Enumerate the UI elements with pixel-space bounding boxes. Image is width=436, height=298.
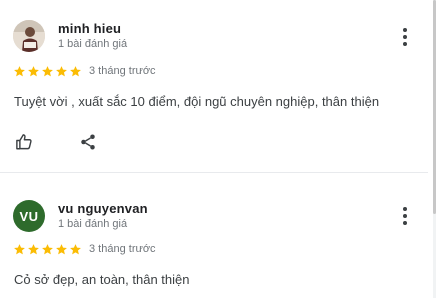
star-icon (70, 66, 81, 77)
reviewer-avatar[interactable]: VU (13, 200, 45, 232)
star-icon (14, 244, 25, 255)
review-text: Cỏ sở đẹp, an toàn, thân thiện (14, 272, 190, 287)
star-rating (13, 243, 82, 256)
more-vert-icon-dot (403, 35, 407, 39)
reviewer-review-count: 1 bài đánh giá (58, 38, 128, 50)
star-icon (28, 244, 39, 255)
more-options-button[interactable] (398, 27, 412, 47)
more-vert-icon-dot (403, 207, 407, 211)
like-button[interactable] (13, 131, 35, 153)
star-icon (14, 66, 25, 77)
star-icon (42, 244, 53, 255)
star-icon (56, 244, 67, 255)
review-card: minh hieu 1 bài đánh giá 3 tháng trước T… (0, 0, 428, 172)
star-icon (56, 66, 67, 77)
reviewer-name[interactable]: vu nguyenvan (58, 201, 148, 216)
review-time: 3 tháng trước (89, 65, 156, 77)
star-icon (70, 244, 81, 255)
avatar-photo-icon (13, 20, 45, 52)
share-icon (81, 134, 95, 150)
star-rating (13, 65, 82, 78)
more-vert-icon-dot (403, 221, 407, 225)
reviewer-review-count: 1 bài đánh giá (58, 218, 128, 230)
more-vert-icon-dot (403, 42, 407, 46)
more-vert-icon-dot (403, 214, 407, 218)
more-options-button[interactable] (398, 206, 412, 226)
star-icon (42, 66, 53, 77)
thumbs-up-icon (16, 134, 32, 150)
review-card: VU vu nguyenvan 1 bài đánh giá 3 tháng t… (0, 173, 428, 298)
review-text: Tuyệt vời , xuất sắc 10 điểm, đội ngũ ch… (14, 94, 380, 109)
reviewer-avatar[interactable] (13, 20, 45, 52)
share-button[interactable] (77, 131, 99, 153)
review-time: 3 tháng trước (89, 243, 156, 255)
more-vert-icon-dot (403, 28, 407, 32)
reviewer-name[interactable]: minh hieu (58, 21, 121, 36)
star-icon (28, 66, 39, 77)
